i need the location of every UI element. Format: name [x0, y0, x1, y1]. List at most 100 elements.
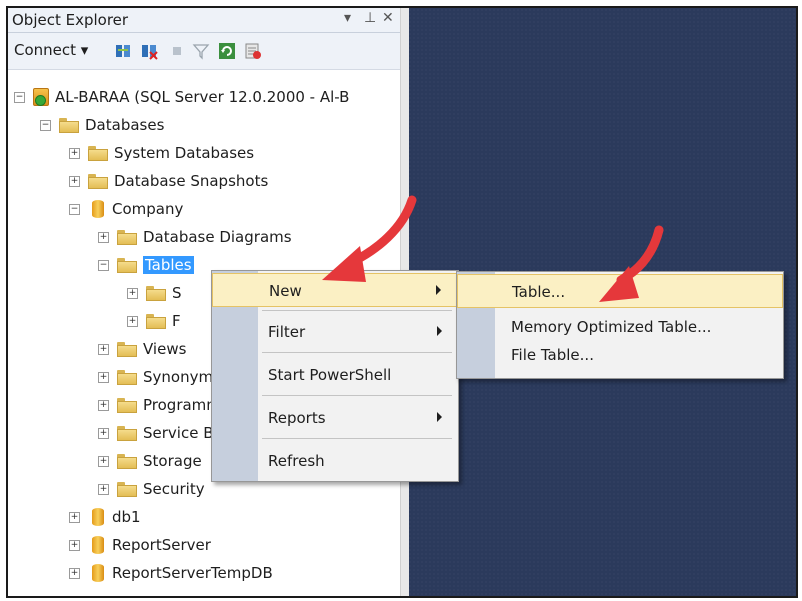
menu-item-refresh[interactable]: Refresh — [212, 444, 458, 478]
ssms-window: Object Explorer ▾ ⊥ ✕ Connect ▾ − AL-BAR… — [6, 6, 798, 598]
tree-item-company[interactable]: − Company — [69, 197, 183, 221]
expand-icon[interactable]: + — [69, 175, 80, 187]
dropdown-icon[interactable]: ▾ — [344, 10, 351, 26]
expand-icon[interactable]: + — [98, 427, 109, 439]
tree-item-label: Database Diagrams — [143, 228, 292, 246]
tree-item-filetables[interactable]: + F — [127, 309, 181, 333]
menu-item-filter[interactable]: Filter — [212, 315, 458, 349]
folder-icon — [117, 229, 137, 245]
connect-icon[interactable] — [114, 42, 132, 60]
menu-separator — [262, 352, 452, 353]
folder-icon — [146, 313, 166, 329]
folder-icon — [88, 173, 108, 189]
menu-separator — [262, 438, 452, 439]
expand-icon[interactable]: + — [69, 567, 80, 579]
tree-item-label-selected: Tables — [143, 256, 194, 274]
annotation-arrow-icon — [599, 225, 664, 302]
tree-item-label: ReportServerTempDB — [112, 564, 273, 582]
collapse-icon[interactable]: − — [98, 259, 109, 271]
collapse-icon[interactable]: − — [14, 91, 25, 103]
tree-item-label: Views — [143, 340, 187, 358]
tree-item-database-snapshots[interactable]: + Database Snapshots — [69, 169, 268, 193]
expand-icon[interactable]: + — [98, 455, 109, 467]
folder-icon — [117, 425, 137, 441]
expand-icon[interactable]: + — [127, 287, 138, 299]
expand-icon[interactable]: + — [69, 511, 80, 523]
expand-icon[interactable]: + — [98, 343, 109, 355]
tree-item-label: db1 — [112, 508, 141, 526]
folder-icon — [117, 341, 137, 357]
database-icon — [92, 564, 104, 582]
filter-icon[interactable] — [192, 42, 210, 60]
refresh-icon[interactable] — [218, 42, 236, 60]
tree-item-databases[interactable]: − Databases — [40, 113, 164, 137]
menu-item-label: Start PowerShell — [268, 366, 392, 384]
tree-item-label: AL-BARAA (SQL Server 12.0.2000 - Al-B — [55, 88, 350, 106]
tree-item-label: Security — [143, 480, 205, 498]
expand-icon[interactable]: + — [98, 231, 109, 243]
database-icon — [92, 536, 104, 554]
expand-icon[interactable]: + — [69, 539, 80, 551]
menu-separator — [262, 310, 452, 311]
tree-item-security[interactable]: + Security — [98, 477, 205, 501]
menu-item-label: Refresh — [268, 452, 325, 470]
tree-item-storage[interactable]: + Storage — [98, 449, 202, 473]
folder-icon — [117, 369, 137, 385]
menu-separator — [262, 395, 452, 396]
tree-item-label: F — [172, 312, 181, 330]
server-icon — [33, 88, 49, 106]
expand-icon[interactable]: + — [98, 399, 109, 411]
pin-icon[interactable]: ⊥ — [364, 10, 376, 26]
expand-icon[interactable]: + — [127, 315, 138, 327]
database-icon — [92, 508, 104, 526]
tree-item-server[interactable]: − AL-BARAA (SQL Server 12.0.2000 - Al-B — [14, 85, 349, 109]
menu-item-label: Memory Optimized Table... — [511, 318, 712, 336]
folder-icon — [117, 481, 137, 497]
menu-item-label: New — [269, 282, 302, 300]
tree-item-views[interactable]: + Views — [98, 337, 186, 361]
tree-item-label: Database Snapshots — [114, 172, 269, 190]
menu-item-file-table[interactable]: File Table... — [457, 338, 783, 372]
tree-item-label: Storage — [143, 452, 202, 470]
activity-monitor-icon[interactable] — [244, 42, 262, 60]
expand-icon[interactable]: + — [98, 483, 109, 495]
tree-item-label: S — [172, 284, 182, 302]
folder-icon — [146, 285, 166, 301]
collapse-icon[interactable]: − — [40, 119, 51, 131]
tree-item-system-databases[interactable]: + System Databases — [69, 141, 254, 165]
menu-item-label: Table... — [512, 283, 566, 301]
tree-item-label: Databases — [85, 116, 165, 134]
object-explorer-toolbar: Connect ▾ — [8, 33, 400, 70]
stop-icon[interactable] — [168, 42, 186, 60]
expand-icon[interactable]: + — [69, 147, 80, 159]
folder-icon — [59, 117, 79, 133]
menu-item-start-powershell[interactable]: Start PowerShell — [212, 358, 458, 392]
disconnect-icon[interactable] — [140, 42, 158, 60]
folder-icon — [117, 397, 137, 413]
tree-item-db1[interactable]: + db1 — [69, 505, 141, 529]
database-icon — [92, 200, 104, 218]
annotation-arrow-icon — [322, 195, 417, 282]
tree-item-tables[interactable]: − Tables — [98, 253, 194, 277]
tree-item-reportservertempdb[interactable]: + ReportServerTempDB — [69, 561, 273, 585]
tree-item-synonyms[interactable]: + Synonyms — [98, 365, 221, 389]
menu-item-label: Filter — [268, 323, 306, 341]
submenu-arrow-icon — [437, 412, 442, 422]
tree-item-label: Company — [112, 200, 184, 218]
close-icon[interactable]: ✕ — [382, 10, 394, 26]
tree-item-label: System Databases — [114, 144, 255, 162]
tree-item-system-tables[interactable]: + S — [127, 281, 182, 305]
menu-item-label: File Table... — [511, 346, 594, 364]
folder-icon — [88, 145, 108, 161]
menu-item-reports[interactable]: Reports — [212, 401, 458, 435]
folder-icon — [117, 257, 137, 273]
connect-button[interactable]: Connect ▾ — [14, 41, 88, 59]
context-menu: New Filter Start PowerShell Reports Refr… — [211, 270, 459, 482]
expand-icon[interactable]: + — [98, 371, 109, 383]
menu-item-label: Reports — [268, 409, 326, 427]
tree-item-reportserver[interactable]: + ReportServer — [69, 533, 211, 557]
tree-item-database-diagrams[interactable]: + Database Diagrams — [98, 225, 292, 249]
panel-title: Object Explorer — [12, 11, 129, 29]
submenu-arrow-icon — [437, 326, 442, 336]
collapse-icon[interactable]: − — [69, 203, 80, 215]
